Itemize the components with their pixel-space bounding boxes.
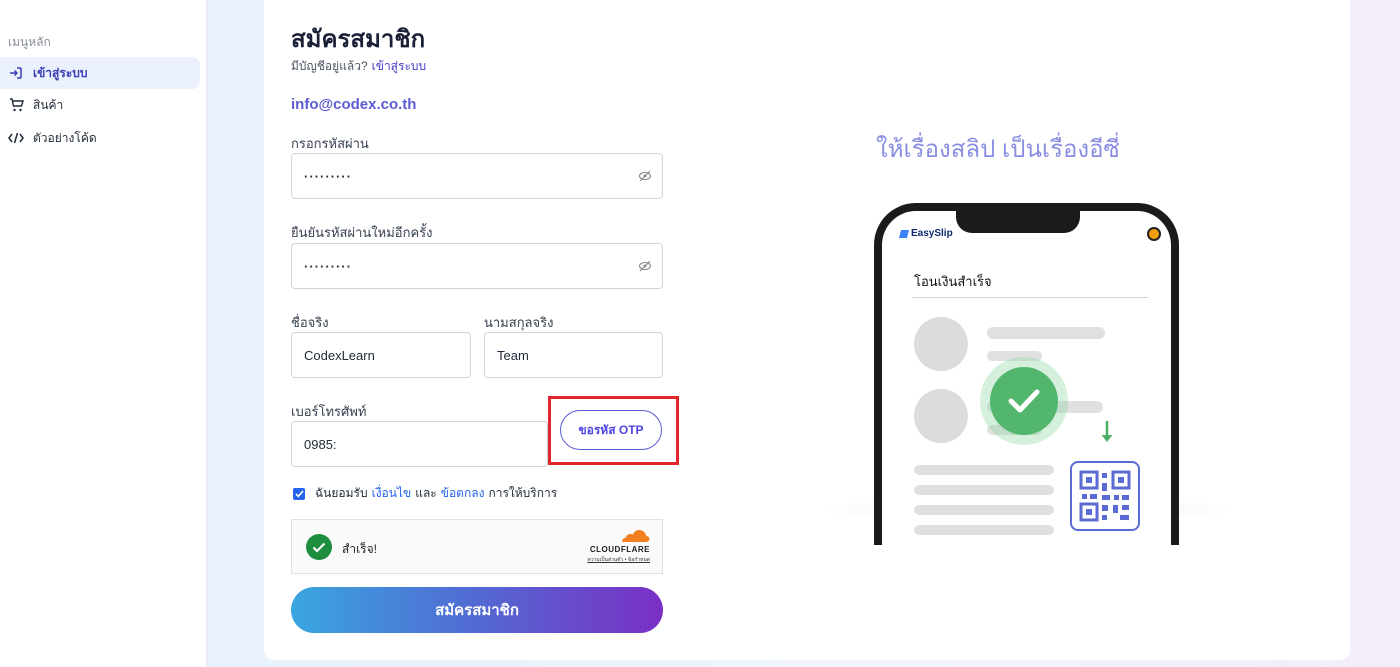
eye-off-icon[interactable] [638,169,652,183]
placeholder-avatar [914,317,968,371]
terms-agreement: ฉันยอมรับ เงื่อนไข และ ข้อตกลง การให้บริ… [293,484,557,503]
cart-icon [8,97,24,113]
placeholder-line [914,465,1054,475]
page-title: สมัครสมาชิก [291,26,426,53]
lastname-field[interactable]: Team [484,332,663,378]
placeholder-line [987,327,1105,339]
success-check-icon [306,534,332,560]
login-prompt-text: มีบัญชีอยู่แล้ว? [291,59,368,73]
sidebar-item-code-examples[interactable]: ตัวอย่างโค้ด [0,122,200,154]
confirm-password-value: ········· [304,258,352,274]
phone-label: เบอร์โทรศัพท์ [291,404,367,419]
conditions-link[interactable]: ข้อตกลง [441,484,485,503]
cloudflare-label: CLOUDFLARE [589,545,650,554]
lastname-label: นามสกุลจริง [484,315,554,330]
terms-suffix: การให้บริการ [488,486,558,500]
password-value: ········· [304,168,352,184]
cloudflare-links[interactable]: ความเป็นส่วนตัว • ข้อกำหนด [587,556,650,564]
app-brand: EasySlip [898,228,953,239]
phone-field[interactable]: 0985: [291,421,548,467]
sidebar-item-label: เข้าสู่ระบบ [33,65,88,80]
promo-headline: ให้เรื่องสลิป เป็นเรื่องอีซี่ [876,136,1120,163]
qr-code-icon [1070,461,1140,531]
sidebar-item-login[interactable]: เข้าสู่ระบบ [0,57,200,89]
app-name: EasySlip [911,228,953,239]
sidebar: เมนูหลัก เข้าสู่ระบบ สินค้า ตัวอย่างโค้ด [0,0,207,667]
check-icon [294,489,304,497]
register-submit-button[interactable]: สมัครสมาชิก [291,587,663,633]
login-link[interactable]: เข้าสู่ระบบ [372,59,427,73]
placeholder-avatar [914,389,968,443]
password-label: กรอกรหัสผ่าน [291,136,369,151]
phone-value: 0985: [304,436,337,452]
firstname-field[interactable]: CodexLearn [291,332,471,378]
screen-divider [912,297,1148,298]
firstname-label: ชื่อจริง [291,315,329,330]
login-prompt: มีบัญชีอยู่แล้ว? เข้าสู่ระบบ [291,57,426,76]
success-check-icon [990,367,1058,435]
easyslip-logo-icon [898,229,910,238]
cloudflare-brand: CLOUDFLARE ความเป็นส่วนตัว • ข้อกำหนด [587,529,650,564]
eye-off-icon[interactable] [638,259,652,273]
arrow-down-icon [1101,421,1113,442]
password-field[interactable]: ········· [291,153,663,199]
sidebar-item-label: ตัวอย่างโค้ด [33,130,97,145]
terms-link[interactable]: เงื่อนไข [372,484,412,503]
login-icon [8,65,24,81]
code-icon [8,130,24,146]
phone-illustration: EasySlip โอนเงินสำเร็จ [874,203,1179,545]
confirm-password-label: ยืนยันรหัสผ่านใหม่อีกครั้ง [291,225,433,240]
sidebar-item-products[interactable]: สินค้า [0,89,200,121]
firstname-value: CodexLearn [304,347,375,363]
highlight-annotation [548,396,679,465]
cloudflare-logo-icon [622,530,650,542]
placeholder-line [914,505,1054,515]
sidebar-section-label: เมนูหลัก [8,35,51,49]
placeholder-line [914,525,1054,535]
placeholder-line [914,485,1054,495]
captcha-status: สำเร็จ! [342,542,377,556]
phone-screen: EasySlip โอนเงินสำเร็จ [882,211,1171,545]
lastname-value: Team [497,347,529,363]
terms-prefix: ฉันยอมรับ [315,486,368,500]
confirm-password-field[interactable]: ········· [291,243,663,289]
email-display: info@codex.co.th [291,96,417,113]
terms-and: และ [415,486,437,500]
phone-notch [956,203,1080,233]
sidebar-item-label: สินค้า [33,97,64,112]
avatar [1147,227,1161,241]
terms-checkbox[interactable] [293,487,305,500]
captcha-widget[interactable]: สำเร็จ! CLOUDFLARE ความเป็นส่วนตัว • ข้อ… [291,519,663,574]
transfer-success-title: โอนเงินสำเร็จ [914,274,992,289]
